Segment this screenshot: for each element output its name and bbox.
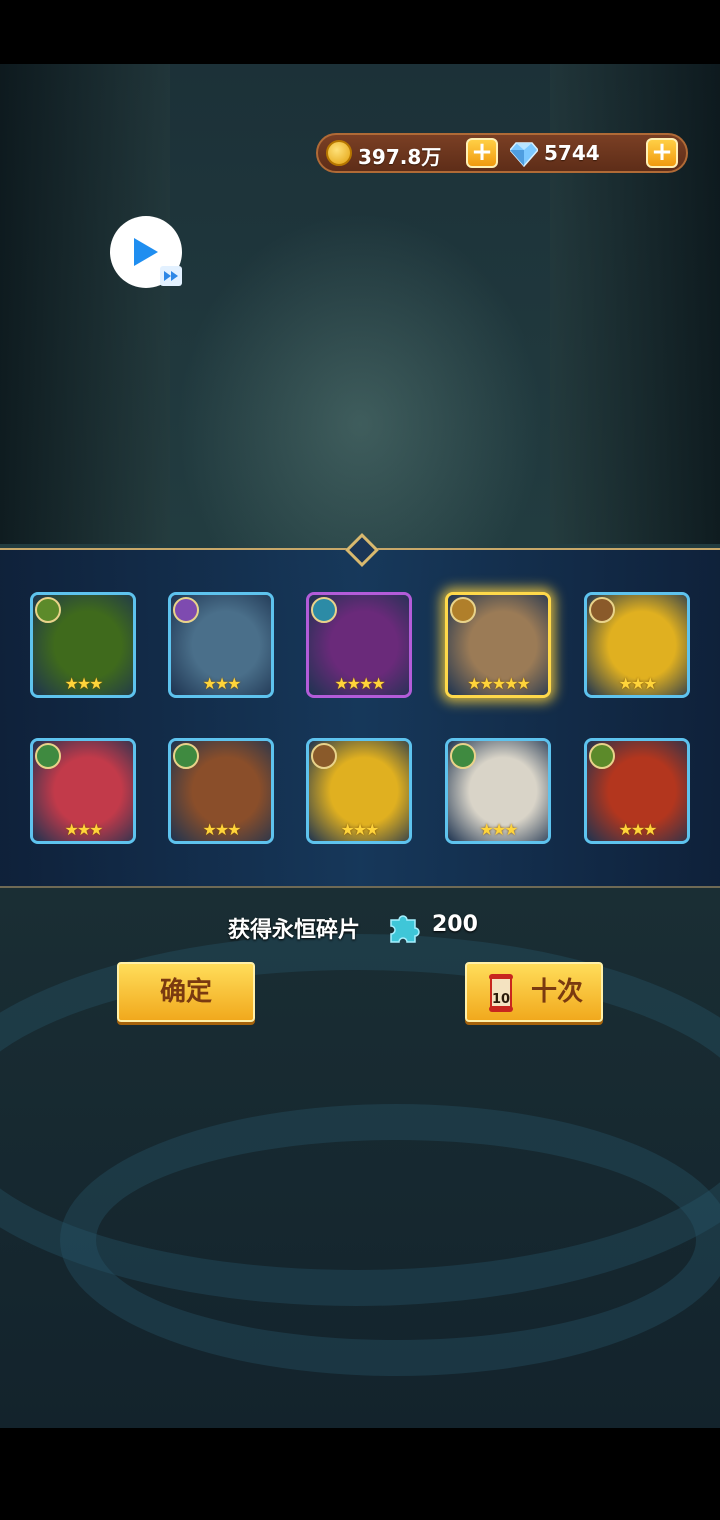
star-rating: ★★★	[202, 674, 241, 693]
faction-icon	[173, 597, 199, 623]
puzzle-piece-icon	[390, 915, 420, 943]
hero-card[interactable]: ★★★	[30, 592, 136, 698]
star-rating: ★★★	[202, 820, 241, 839]
faction-icon	[589, 743, 615, 769]
floor-ring	[60, 1104, 720, 1376]
hero-card[interactable]: ★★★	[168, 592, 274, 698]
faction-icon	[450, 743, 476, 769]
hero-card[interactable]: ★★★	[584, 738, 690, 844]
confirm-label: 确定	[159, 977, 212, 1007]
faction-icon	[173, 743, 199, 769]
hero-card[interactable]: ★★★★★	[445, 592, 551, 698]
star-rating: ★★★	[64, 674, 103, 693]
faction-icon	[311, 597, 337, 623]
faction-icon	[35, 743, 61, 769]
add-coins-button[interactable]: +	[466, 138, 498, 168]
faction-icon	[450, 597, 476, 623]
star-rating: ★★★	[64, 820, 103, 839]
status-bar	[0, 0, 720, 64]
reward-label: 获得永恒碎片	[228, 918, 361, 943]
coin-amount: 397.8万	[358, 145, 442, 169]
faction-icon	[35, 597, 61, 623]
ten-pull-button[interactable]: 10 十次	[465, 962, 603, 1022]
star-rating: ★★★★	[334, 674, 385, 693]
hero-card[interactable]: ★★★	[30, 738, 136, 844]
star-rating: ★★★	[479, 820, 518, 839]
diamond-icon	[510, 142, 538, 167]
gold-coin-icon	[326, 140, 352, 166]
hero-card[interactable]: ★★★	[306, 738, 412, 844]
star-rating: ★★★	[340, 820, 379, 839]
hero-card[interactable]: ★★★	[584, 592, 690, 698]
faction-icon	[589, 597, 615, 623]
star-rating: ★★★★★	[467, 674, 531, 693]
hero-card[interactable]: ★★★	[445, 738, 551, 844]
summon-scroll-icon: 10	[489, 974, 513, 1012]
reward-amount: 200	[432, 912, 478, 937]
faction-icon	[311, 743, 337, 769]
hero-card[interactable]: ★★★★	[306, 592, 412, 698]
star-rating: ★★★	[618, 820, 657, 839]
ten-badge: 10	[492, 992, 510, 1007]
add-gems-button[interactable]: +	[646, 138, 678, 168]
currency-bar: 397.8万 + 5744 +	[316, 133, 688, 173]
ten-pull-label: 十次	[531, 977, 584, 1007]
star-rating: ★★★	[618, 674, 657, 693]
reward-summary: 获得永恒碎片 200	[0, 908, 720, 944]
left-pillar	[0, 64, 170, 544]
confirm-button[interactable]: 确定	[117, 962, 255, 1022]
hero-card[interactable]: ★★★	[168, 738, 274, 844]
gem-amount: 5744	[544, 141, 600, 165]
navigation-bar	[0, 1428, 720, 1520]
fast-forward-icon	[160, 266, 182, 286]
